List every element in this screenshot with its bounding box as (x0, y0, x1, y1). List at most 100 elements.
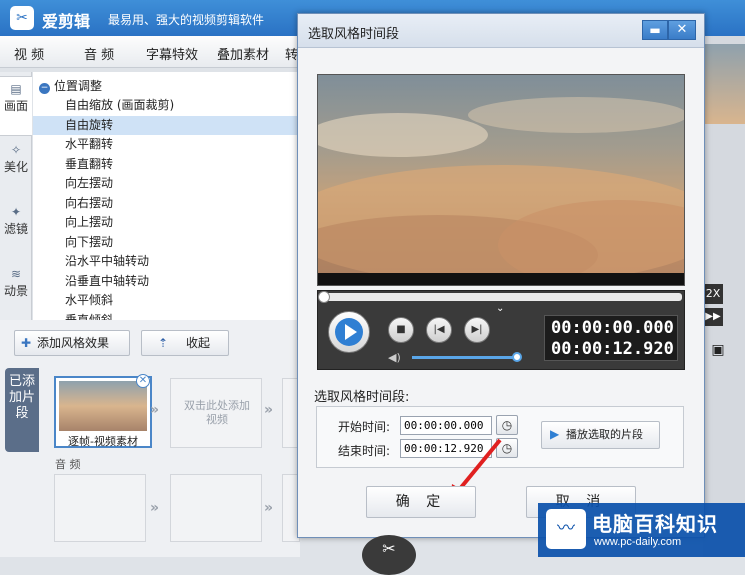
audio-track-label: 音 频 (55, 458, 81, 471)
next-arrow-icon: » (264, 402, 274, 418)
volume-icon[interactable]: ◀) (388, 351, 401, 364)
effect-list-item[interactable]: 水平倾斜 (33, 291, 300, 310)
current-time: 00:00:00.000 (551, 318, 674, 338)
empty-clip-slot[interactable] (170, 474, 262, 542)
dialog-titlebar: 选取风格时间段 ▬ ✕ (298, 14, 704, 48)
fast-forward-icon[interactable]: ▶▶ (703, 308, 723, 326)
cut-tool-icon[interactable]: ✂ (362, 535, 416, 575)
seek-handle[interactable] (318, 291, 330, 303)
effect-list-item[interactable]: 自由缩放 (画面裁剪) (33, 96, 300, 115)
stop-button[interactable]: ■ (388, 317, 414, 343)
play-icon (335, 318, 363, 346)
tab-subtitle-effects[interactable]: 字幕特效 (146, 44, 198, 63)
effect-list-item[interactable]: 自由旋转 (33, 115, 300, 135)
video-preview (317, 74, 685, 286)
empty-clip-slot[interactable] (54, 474, 146, 542)
seek-bar[interactable] (318, 291, 682, 303)
clip-thumbnail[interactable]: 逐帧-视频素材 ✕ (54, 374, 152, 448)
image-icon: ▤ (10, 82, 22, 96)
time-display: 00:00:00.000 00:00:12.920 (544, 315, 678, 361)
wave-icon: ≋ (10, 267, 22, 281)
effect-list-item[interactable]: 沿垂直中轴转动 (33, 272, 300, 291)
collapse-icon: ⇡ (158, 336, 169, 350)
add-effect-label: 添加风格效果 (37, 336, 110, 350)
cloud-scene-image (318, 75, 684, 285)
total-time: 00:00:12.920 (551, 339, 674, 359)
effect-group-label: 位置调整 (54, 79, 103, 93)
previous-frame-button[interactable]: |◀ (426, 317, 452, 343)
start-time-input[interactable] (400, 416, 492, 435)
save-icon[interactable]: ▣ (707, 342, 729, 362)
magic-icon: ✧ (10, 143, 22, 157)
play-selection-label: 播放选取的片段 (566, 428, 643, 441)
effect-list-item[interactable]: 沿水平中轴转动 (33, 252, 300, 271)
side-tab-label: 动景 (3, 284, 28, 298)
previous-frame-icon: |◀ (433, 324, 445, 335)
next-arrow-icon: » (264, 500, 274, 516)
effect-list-item[interactable]: 向左摆动 (33, 174, 300, 193)
effect-list-item[interactable]: 水平翻转 (33, 135, 300, 154)
time-range-section-label: 选取风格时间段: (314, 390, 410, 405)
watermark-title: 电脑百科知识 (592, 512, 718, 536)
collapse-minus-icon[interactable]: − (39, 83, 50, 94)
next-frame-button[interactable]: ▶| (464, 317, 490, 343)
side-tab-filter[interactable]: ✦ 滤镜 (0, 200, 32, 260)
dialog-title: 选取风格时间段 (308, 27, 400, 42)
monitor-pulse-icon: 〰 (546, 509, 586, 549)
tab-audio[interactable]: 音 频 (84, 44, 114, 63)
empty-slot-hint: 双击此处添加视频 (184, 399, 250, 426)
empty-clip-slot[interactable]: 双击此处添加视频 (170, 378, 262, 448)
right-preview-image (703, 44, 745, 124)
add-effect-icon: ✚ (21, 336, 32, 350)
remove-clip-icon[interactable]: ✕ (136, 374, 150, 388)
collapse-button[interactable]: ⇡ 收起 (141, 330, 229, 356)
app-tagline: 最易用、强大的视频剪辑软件 (108, 13, 265, 27)
app-name: 爱剪辑 (42, 12, 91, 31)
minimize-icon[interactable]: ▬ (642, 20, 668, 40)
close-icon[interactable]: ✕ (668, 20, 696, 40)
added-clips-tab[interactable]: 已添加片段 (5, 368, 39, 452)
site-watermark: 〰 电脑百科知识 www.pc-daily.com (538, 503, 745, 557)
play-button[interactable] (328, 311, 370, 353)
speed-button[interactable]: 2X (703, 284, 723, 304)
effect-group-header[interactable]: − 位置调整 (39, 77, 102, 94)
next-arrow-icon: » (150, 500, 160, 516)
start-time-label: 开始时间: (338, 420, 391, 434)
watermark-url: www.pc-daily.com (594, 536, 682, 548)
effect-category-tabs: ▤ 画面 ✧ 美化 ✦ 滤镜 ≋ 动景 (0, 72, 32, 320)
clip-preview-image (59, 381, 147, 431)
side-tab-motion[interactable]: ≋ 动景 (0, 262, 32, 322)
side-tab-label: 画面 (3, 99, 28, 113)
effect-list-item[interactable]: 向下摆动 (33, 233, 300, 252)
end-time-label: 结束时间: (338, 444, 391, 458)
set-start-time-icon[interactable]: ◷ (496, 415, 518, 435)
side-tab-beautify[interactable]: ✧ 美化 (0, 138, 32, 198)
volume-handle[interactable] (512, 352, 522, 362)
side-tab-label: 美化 (3, 160, 28, 174)
next-arrow-icon: » (150, 402, 160, 418)
collapse-label: 收起 (186, 336, 211, 350)
player-controls: ⌄ ■ |◀ ▶| ◀) 00:00:00.000 00:00:12.920 (317, 290, 685, 370)
effect-list-item[interactable]: 垂直翻转 (33, 155, 300, 174)
time-range-dialog: 选取风格时间段 ▬ ✕ ⌄ ■ |◀ ▶| ◀) 00:00:00.000 00… (297, 13, 705, 538)
stop-icon: ■ (396, 324, 406, 335)
app-logo-icon: ✂ (10, 6, 34, 30)
effect-list-item[interactable]: 垂直倾斜 (33, 311, 300, 321)
collapse-chevron-icon[interactable]: ⌄ (496, 303, 504, 314)
main-tabs: 视 频 音 频 字幕特效 叠加素材 转 (0, 36, 300, 68)
clip-name: 逐帧-视频素材 (68, 435, 138, 448)
side-tab-image[interactable]: ▤ 画面 (0, 76, 32, 136)
tab-video[interactable]: 视 频 (14, 44, 44, 63)
tab-overlay-material[interactable]: 叠加素材 (217, 44, 269, 63)
ok-button[interactable]: 确 定 (366, 486, 476, 518)
play-selection-button[interactable]: ▶ 播放选取的片段 (541, 421, 660, 449)
effect-list-item[interactable]: 向右摆动 (33, 194, 300, 213)
add-effect-button[interactable]: ✚ 添加风格效果 (14, 330, 130, 356)
play-selection-icon: ▶ (550, 427, 560, 441)
effect-list: − 位置调整 自由缩放 (画面裁剪) 自由旋转 水平翻转 垂直翻转 向左摆动 向右摆动 向上摆… (33, 72, 300, 320)
effect-list-item[interactable]: 向上摆动 (33, 213, 300, 232)
volume-slider[interactable] (412, 356, 518, 359)
next-frame-icon: ▶| (471, 324, 483, 335)
right-preview-panel: 2X ▶▶ ▣ (703, 36, 745, 557)
side-tab-label: 滤镜 (3, 222, 28, 236)
